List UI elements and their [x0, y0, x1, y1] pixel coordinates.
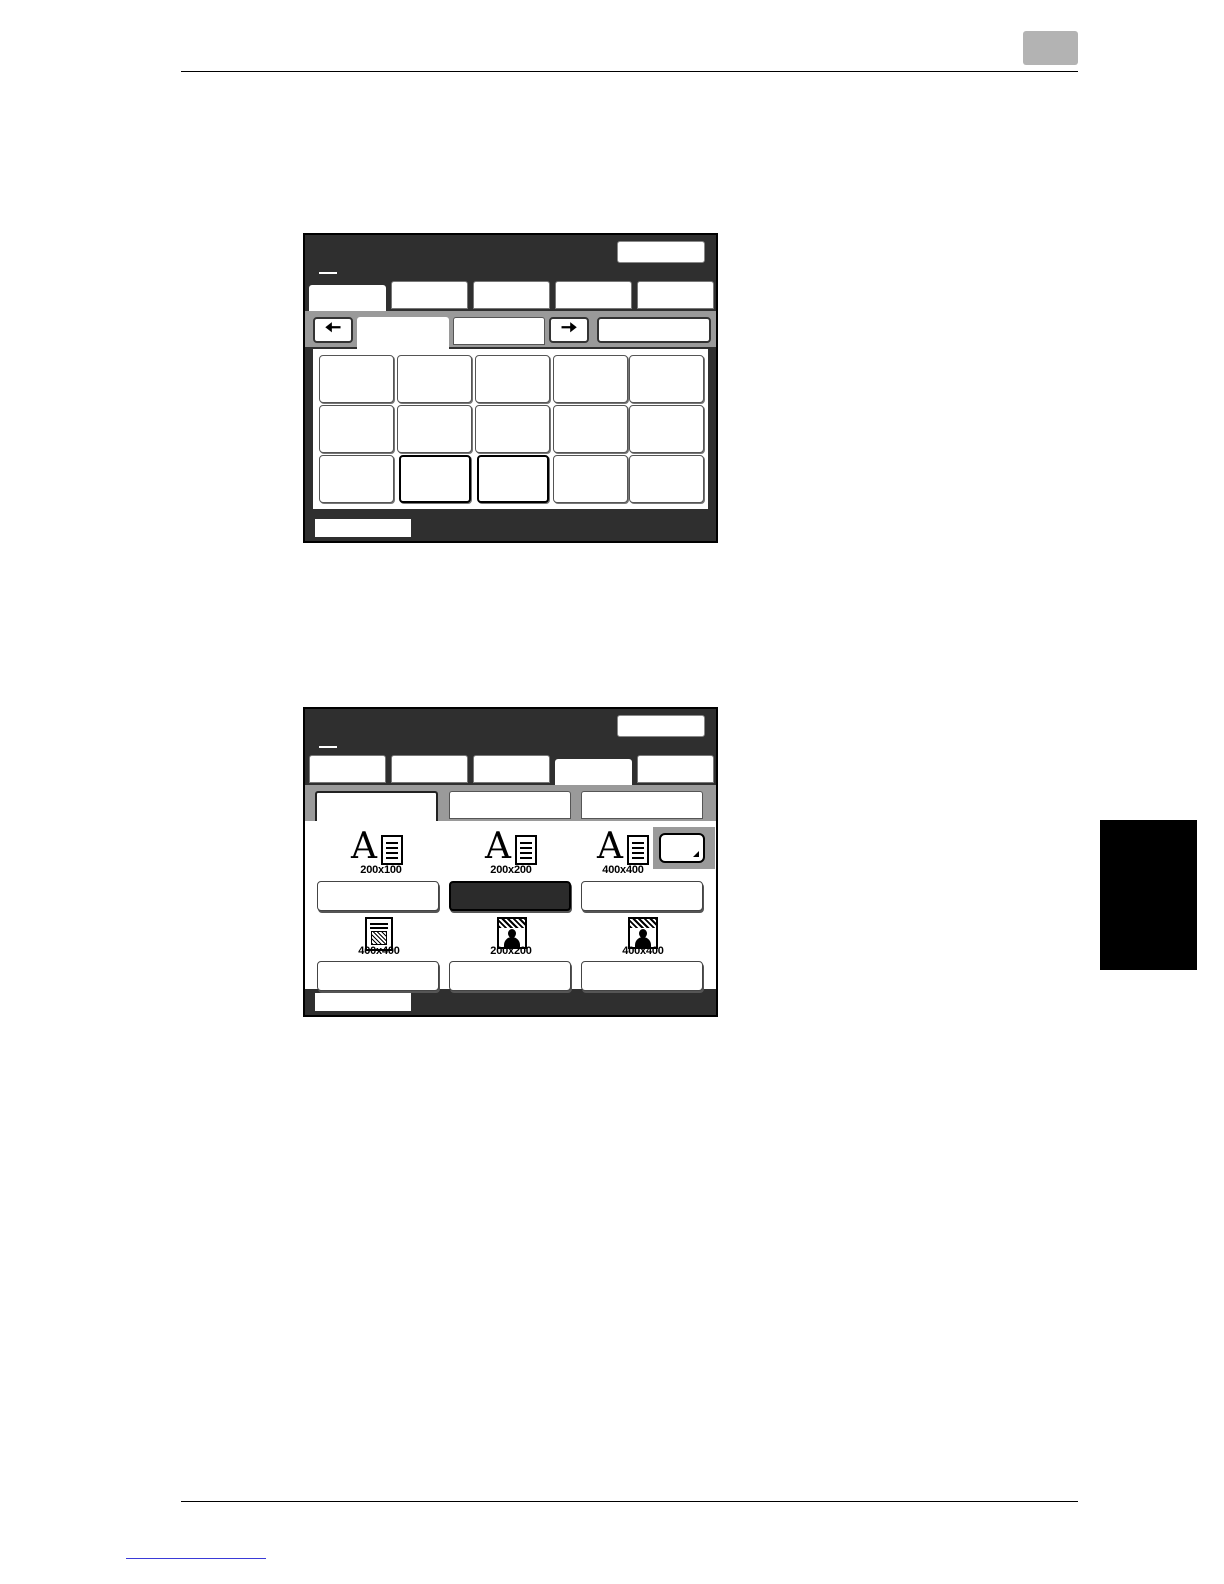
- top-right-button[interactable]: [617, 241, 705, 263]
- main-tab-5[interactable]: [637, 755, 714, 783]
- top-right-button[interactable]: [617, 715, 705, 737]
- chapter-side-tab: [1100, 820, 1197, 970]
- footer-link[interactable]: [126, 1558, 266, 1559]
- grid-cell[interactable]: [629, 405, 704, 453]
- sub-bar-right-button[interactable]: [597, 317, 711, 343]
- grid-cell-selected[interactable]: [477, 455, 549, 503]
- main-tab-5[interactable]: [637, 281, 714, 309]
- footer-rule: [181, 1501, 1078, 1502]
- main-tab-1[interactable]: [309, 755, 386, 783]
- option-label: 200x200: [490, 945, 532, 957]
- option-label: 400x400: [622, 945, 664, 957]
- corner-triangle-icon: [693, 851, 699, 857]
- sub-tab-1[interactable]: [357, 317, 449, 349]
- grid-cell[interactable]: [475, 405, 550, 453]
- previous-page-button[interactable]: 🠄: [313, 317, 353, 343]
- sub-tab-2[interactable]: [453, 317, 545, 345]
- grid-cell[interactable]: [319, 405, 394, 453]
- grid-cell[interactable]: [319, 355, 394, 403]
- resolution-option-button-selected[interactable]: [449, 881, 571, 911]
- footer-status-box: [315, 519, 411, 537]
- status-indicator: [319, 272, 337, 274]
- grid-cell-selected[interactable]: [399, 455, 471, 503]
- resolution-screen: A 200x100 A 200x200 A 400x400 400x400 20…: [303, 707, 718, 1017]
- destination-list-screen: 🠄 🠆: [303, 233, 718, 543]
- main-tab-4[interactable]: [555, 281, 632, 309]
- arrow-left-icon: 🠄: [324, 317, 342, 339]
- resolution-option-button[interactable]: [449, 961, 571, 991]
- grid-cell[interactable]: [397, 405, 472, 453]
- main-tab-4-selected[interactable]: [555, 759, 632, 787]
- detail-settings-button[interactable]: [659, 833, 705, 863]
- sub-tab-1[interactable]: [315, 791, 438, 823]
- footer-status-box: [315, 993, 411, 1011]
- grid-cell[interactable]: [629, 355, 704, 403]
- grid-cell[interactable]: [629, 455, 704, 503]
- grid-cell[interactable]: [553, 355, 628, 403]
- grid-cell[interactable]: [319, 455, 394, 503]
- text-document-icon: A: [597, 829, 657, 867]
- grid-cell[interactable]: [475, 355, 550, 403]
- grid-cell[interactable]: [553, 455, 628, 503]
- text-document-icon: A: [351, 829, 411, 867]
- main-tab-1[interactable]: [309, 285, 386, 313]
- sub-tab-2[interactable]: [449, 791, 571, 819]
- resolution-option-button[interactable]: [581, 961, 703, 991]
- main-tab-2[interactable]: [391, 755, 468, 783]
- next-page-button[interactable]: 🠆: [549, 317, 589, 343]
- main-tab-3[interactable]: [473, 281, 550, 309]
- main-tab-3[interactable]: [473, 755, 550, 783]
- text-document-icon: A: [485, 829, 545, 867]
- chapter-number-box: [1023, 31, 1078, 65]
- main-tab-2[interactable]: [391, 281, 468, 309]
- grid-cell[interactable]: [553, 405, 628, 453]
- option-label: 200x200: [490, 864, 532, 876]
- status-indicator: [319, 746, 337, 748]
- sub-tab-3[interactable]: [581, 791, 703, 819]
- grid-cell[interactable]: [397, 355, 472, 403]
- resolution-option-button[interactable]: [317, 961, 439, 991]
- arrow-right-icon: 🠆: [560, 317, 578, 339]
- resolution-option-button[interactable]: [317, 881, 439, 911]
- header-rule: [181, 71, 1078, 72]
- option-label: 400x400: [602, 864, 644, 876]
- option-label: 400x400: [358, 945, 400, 957]
- destination-grid: [313, 349, 708, 509]
- resolution-options-area: A 200x100 A 200x200 A 400x400 400x400 20…: [305, 821, 716, 991]
- resolution-option-button[interactable]: [581, 881, 703, 911]
- option-label: 200x100: [360, 864, 402, 876]
